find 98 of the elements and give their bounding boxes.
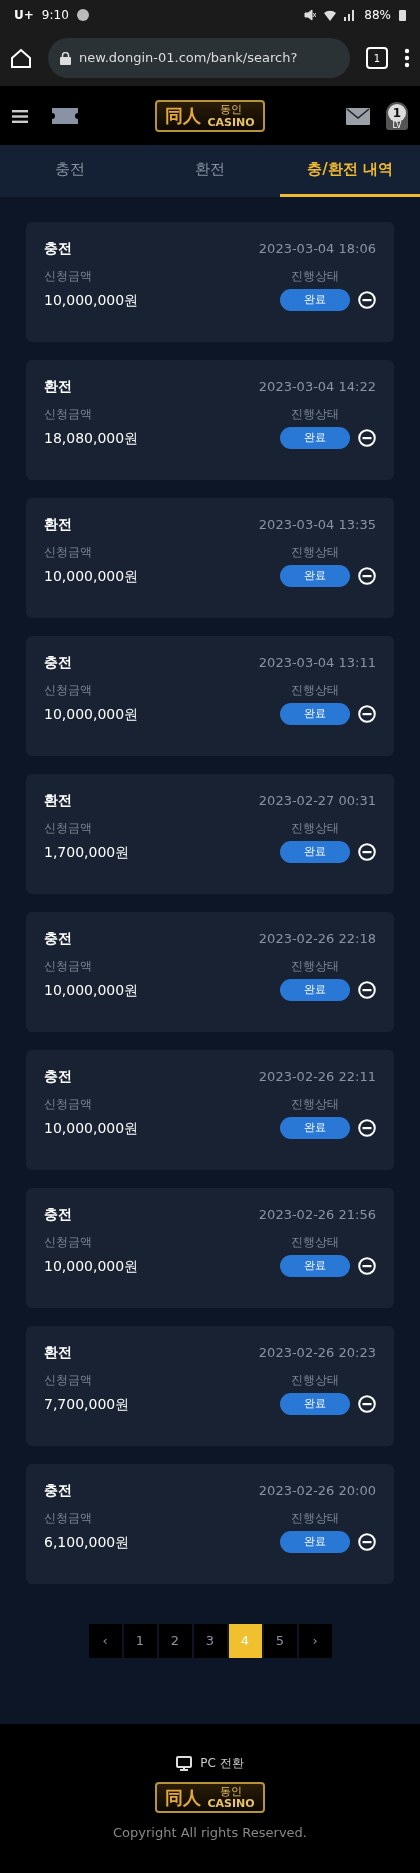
- tab[interactable]: 충전: [0, 145, 140, 197]
- status-button[interactable]: 완료: [280, 1117, 350, 1139]
- wifi-icon: [324, 9, 337, 21]
- mail-icon[interactable]: [346, 107, 370, 125]
- status-button[interactable]: 완료: [280, 703, 350, 725]
- amount-value: 10,000,000원: [44, 566, 139, 586]
- pc-switch-link[interactable]: PC 전환: [200, 1754, 244, 1772]
- amount-value: 10,000,000원: [44, 1256, 139, 1276]
- record-date: 2023-02-26 22:18: [258, 929, 376, 948]
- tab[interactable]: 환전: [140, 145, 280, 197]
- minus-circle-icon[interactable]: [358, 1257, 376, 1275]
- amount-label: 신청금액: [44, 1234, 92, 1251]
- next-page-button[interactable]: ›: [298, 1624, 332, 1658]
- status-button[interactable]: 완료: [280, 1255, 350, 1277]
- amount-value: 10,000,000원: [44, 980, 139, 1000]
- amount-label: 신청금액: [44, 1096, 92, 1113]
- record-type: 환전: [44, 1343, 72, 1362]
- amount-label: 신청금액: [44, 544, 92, 561]
- record-date: 2023-02-26 22:11: [258, 1067, 376, 1086]
- home-icon[interactable]: [10, 47, 32, 69]
- page-button[interactable]: 1: [123, 1624, 157, 1658]
- status-button[interactable]: 완료: [280, 979, 350, 1001]
- record-date: 2023-03-04 18:06: [258, 239, 376, 258]
- lock-icon: [60, 51, 71, 65]
- tab-switcher-button[interactable]: 1: [366, 47, 388, 69]
- record-type: 충전: [44, 1205, 72, 1224]
- record-type: 충전: [44, 1067, 72, 1086]
- status-label: 진행상태: [291, 1372, 339, 1389]
- monitor-icon[interactable]: [176, 1755, 193, 1771]
- status-button[interactable]: 완료: [280, 1531, 350, 1553]
- amount-value: 6,100,000원: [44, 1532, 130, 1552]
- signal-icon: [344, 9, 357, 21]
- minus-circle-icon[interactable]: [358, 1119, 376, 1137]
- more-icon[interactable]: [404, 48, 410, 68]
- amount-label: 신청금액: [44, 268, 92, 285]
- minus-circle-icon[interactable]: [358, 843, 376, 861]
- page-button[interactable]: 2: [158, 1624, 192, 1658]
- status-button[interactable]: 완료: [280, 1393, 350, 1415]
- carrier-label: U+: [14, 7, 34, 24]
- status-label: 진행상태: [291, 1096, 339, 1113]
- status-label: 진행상태: [291, 268, 339, 285]
- amount-label: 신청금액: [44, 1510, 92, 1527]
- battery-text: 88%: [364, 7, 391, 24]
- amount-value: 1,700,000원: [44, 842, 130, 862]
- record-date: 2023-03-04 13:11: [258, 653, 376, 672]
- status-label: 진행상태: [291, 1234, 339, 1251]
- record-date: 2023-02-26 21:56: [258, 1205, 376, 1224]
- menu-icon[interactable]: [12, 109, 28, 123]
- copyright-text: Copyright All rights Reserved.: [113, 1824, 307, 1843]
- record-type: 충전: [44, 653, 72, 672]
- amount-value: 10,000,000원: [44, 704, 139, 724]
- record-type: 환전: [44, 515, 72, 534]
- ticket-icon[interactable]: [52, 108, 78, 124]
- record-date: 2023-03-04 13:35: [258, 515, 376, 534]
- minus-circle-icon[interactable]: [358, 567, 376, 585]
- amount-label: 신청금액: [44, 682, 92, 699]
- status-button[interactable]: 완료: [280, 841, 350, 863]
- clock-text: 9:10: [41, 7, 69, 24]
- record-date: 2023-02-26 20:00: [258, 1481, 376, 1500]
- minus-circle-icon[interactable]: [358, 1395, 376, 1413]
- record-type: 환전: [44, 791, 72, 810]
- minus-circle-icon[interactable]: [358, 291, 376, 309]
- status-label: 진행상태: [291, 1510, 339, 1527]
- mute-icon: [304, 9, 317, 21]
- status-button[interactable]: 완료: [280, 289, 350, 311]
- record-date: 2023-02-27 00:31: [258, 791, 376, 810]
- amount-label: 신청금액: [44, 820, 92, 837]
- amount-value: 10,000,000원: [44, 1118, 139, 1138]
- record-type: 충전: [44, 1481, 72, 1500]
- level-badge[interactable]: 1 LV: [386, 102, 408, 130]
- status-label: 진행상태: [291, 406, 339, 423]
- address-bar[interactable]: new.dongin-01.com/bank/search?: [48, 38, 350, 78]
- status-button[interactable]: 완료: [280, 565, 350, 587]
- record-type: 충전: [44, 239, 72, 258]
- amount-label: 신청금액: [44, 958, 92, 975]
- page-button[interactable]: 3: [193, 1624, 227, 1658]
- status-label: 진행상태: [291, 958, 339, 975]
- status-label: 진행상태: [291, 682, 339, 699]
- amount-value: 18,080,000원: [44, 428, 139, 448]
- record-date: 2023-02-26 20:23: [258, 1343, 376, 1362]
- record-date: 2023-03-04 14:22: [258, 377, 376, 396]
- status-button[interactable]: 완료: [280, 427, 350, 449]
- minus-circle-icon[interactable]: [358, 429, 376, 447]
- minus-circle-icon[interactable]: [358, 1533, 376, 1551]
- notification-icon: [76, 9, 89, 21]
- record-type: 환전: [44, 377, 72, 396]
- amount-value: 10,000,000원: [44, 290, 139, 310]
- previous-page-button[interactable]: ‹: [88, 1624, 122, 1658]
- record-type: 충전: [44, 929, 72, 948]
- status-label: 진행상태: [291, 544, 339, 561]
- minus-circle-icon[interactable]: [358, 705, 376, 723]
- battery-icon: [399, 9, 406, 21]
- amount-label: 신청금액: [44, 406, 92, 423]
- amount-label: 신청금액: [44, 1372, 92, 1389]
- status-label: 진행상태: [291, 820, 339, 837]
- minus-circle-icon[interactable]: [358, 981, 376, 999]
- page-button[interactable]: 5: [263, 1624, 297, 1658]
- amount-value: 7,700,000원: [44, 1394, 130, 1414]
